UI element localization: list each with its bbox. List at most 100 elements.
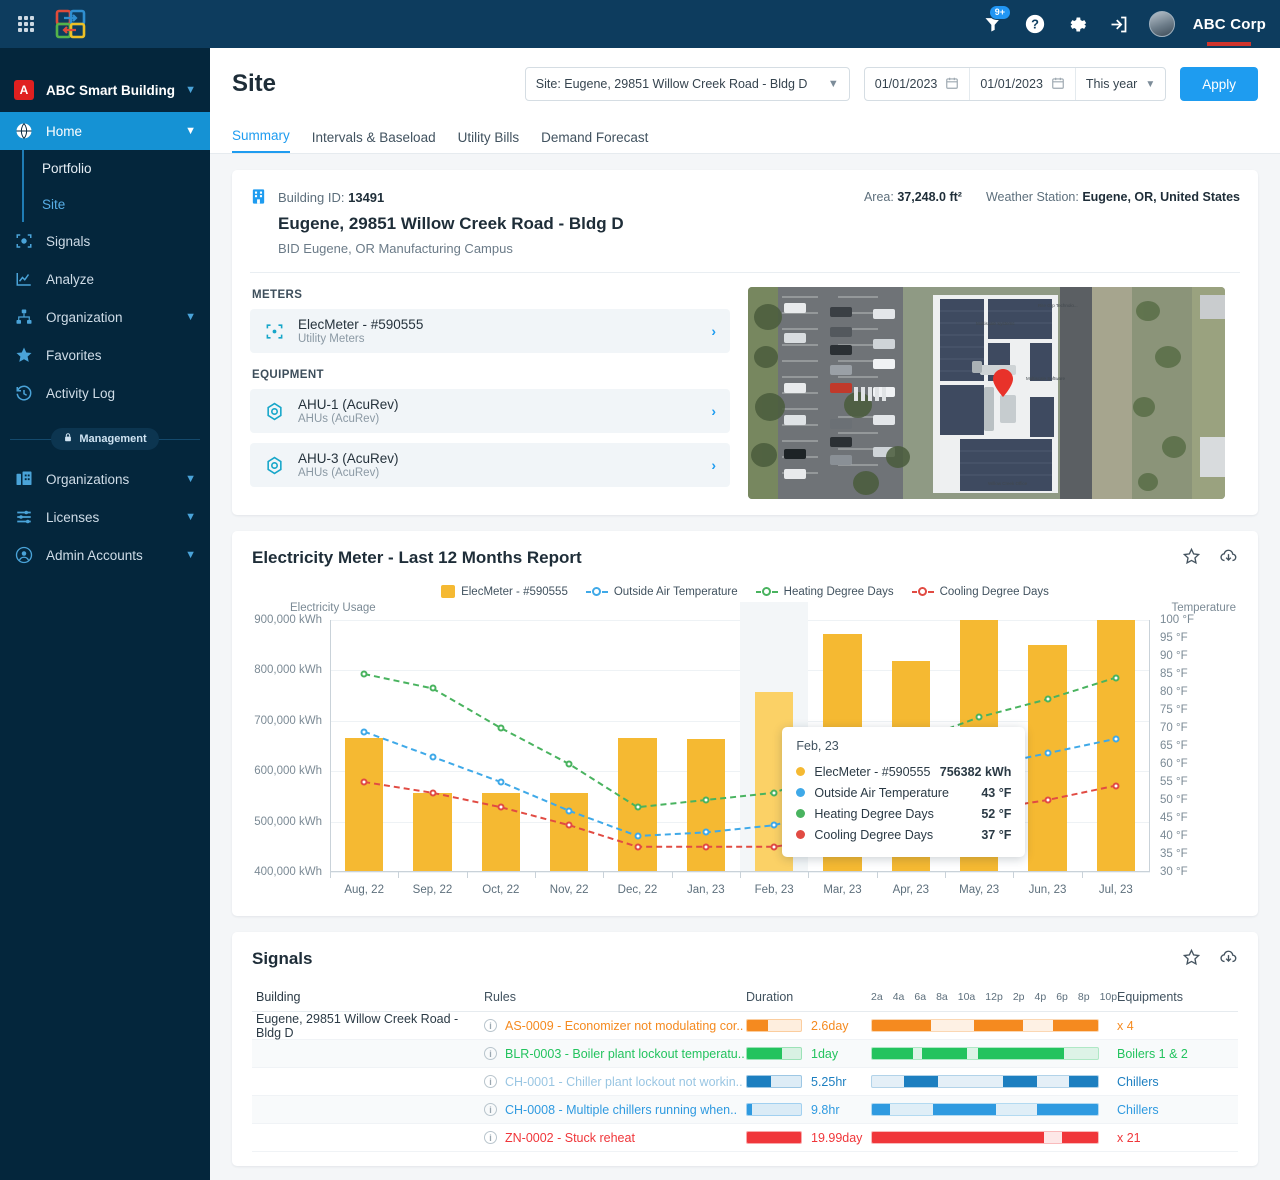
sidebar-item-organizations[interactable]: Organizations ▼ — [0, 460, 210, 498]
sidebar-item-site[interactable]: Site — [22, 186, 210, 222]
chevron-down-icon[interactable]: ▼ — [185, 549, 196, 561]
chevron-down-icon[interactable]: ▼ — [185, 473, 196, 485]
chart-point[interactable] — [702, 796, 710, 804]
table-row[interactable]: i CH-0001 - Chiller plant lockout not wor… — [252, 1068, 1238, 1096]
sidebar-item-signals[interactable]: Signals — [0, 222, 210, 260]
chevron-right-icon[interactable]: › — [711, 323, 716, 339]
site-satellite-map[interactable]: Rite Grp Technolo... Multiscale Systems … — [748, 287, 1225, 499]
tab-intervals-baseload[interactable]: Intervals & Baseload — [312, 130, 436, 153]
chart-point[interactable] — [565, 760, 573, 768]
chart-point[interactable] — [360, 728, 368, 736]
chart-point[interactable] — [770, 821, 778, 829]
equipment-list-item[interactable]: AHU-3 (AcuRev) AHUs (AcuRev) › — [250, 443, 730, 487]
chevron-right-icon[interactable]: › — [711, 457, 716, 473]
cell-equipment[interactable]: x 21 — [1111, 1131, 1238, 1145]
info-icon[interactable]: i — [484, 1103, 497, 1116]
cloud-download-icon[interactable] — [1219, 547, 1238, 569]
sidebar-item-favorites[interactable]: Favorites — [0, 336, 210, 374]
chart-point[interactable] — [634, 803, 641, 811]
rule-link[interactable]: AS-0009 - Economizer not modulating cor.… — [505, 1019, 743, 1033]
legend-item-heating-degree-days[interactable]: Heating Degree Days — [755, 586, 894, 598]
rule-link[interactable]: BLR-0003 - Boiler plant lockout temperat… — [505, 1047, 745, 1061]
rule-link[interactable]: CH-0001 - Chiller plant lockout not work… — [505, 1075, 743, 1089]
chart-point[interactable] — [429, 789, 436, 797]
info-icon[interactable]: i — [484, 1047, 497, 1060]
sidebar-item-activity-log[interactable]: Activity Log — [0, 374, 210, 412]
legend-item-elecmeter[interactable]: ElecMeter - #590555 — [441, 585, 568, 598]
sidebar-item-licenses[interactable]: Licenses ▼ — [0, 498, 210, 536]
chevron-right-icon[interactable]: › — [711, 403, 716, 419]
chart-point[interactable] — [360, 670, 368, 678]
rule-link[interactable]: ZN-0002 - Stuck reheat — [505, 1131, 635, 1145]
meter-list-item[interactable]: ElecMeter - #590555 Utility Meters › — [250, 309, 730, 353]
sidebar-item-home[interactable]: Home ▼ — [0, 112, 210, 150]
chart-point[interactable] — [1112, 735, 1120, 743]
chart-point[interactable] — [634, 843, 641, 851]
cell-equipment[interactable]: x 4 — [1111, 1019, 1238, 1033]
chart-point[interactable] — [1112, 674, 1120, 682]
chart-point[interactable] — [770, 843, 778, 851]
sidebar-item-admin-accounts[interactable]: Admin Accounts ▼ — [0, 536, 210, 574]
chevron-down-icon[interactable]: ▼ — [185, 125, 196, 137]
chart-point[interactable] — [497, 803, 505, 811]
table-row[interactable]: i CH-0008 - Multiple chillers running whe… — [252, 1096, 1238, 1124]
tab-summary[interactable]: Summary — [232, 128, 290, 153]
calendar-icon[interactable] — [1051, 76, 1065, 93]
legend-item-outside-air-temperature[interactable]: Outside Air Temperature — [585, 586, 738, 598]
chevron-down-icon[interactable]: ▼ — [185, 511, 196, 523]
chevron-down-icon[interactable]: ▼ — [185, 311, 196, 323]
cell-equipment[interactable]: Boilers 1 & 2 — [1111, 1047, 1238, 1061]
gear-icon[interactable] — [1065, 12, 1089, 36]
equipment-list-item[interactable]: AHU-1 (AcuRev) AHUs (AcuRev) › — [250, 389, 730, 433]
chart-point[interactable] — [429, 684, 436, 692]
apply-button[interactable]: Apply — [1180, 67, 1258, 101]
legend-item-cooling-degree-days[interactable]: Cooling Degree Days — [911, 586, 1049, 598]
sidebar-item-analyze[interactable]: Analyze — [0, 260, 210, 298]
calendar-icon[interactable] — [945, 76, 959, 93]
info-icon[interactable]: i — [484, 1131, 497, 1144]
chart-point[interactable] — [634, 832, 641, 840]
table-row[interactable]: Eugene, 29851 Willow Creek Road - Bldg D… — [252, 1012, 1238, 1040]
range-preset-select[interactable]: This year ▼ — [1076, 68, 1165, 100]
table-row[interactable]: i ZN-0002 - Stuck reheat 19.99day x 21 — [252, 1124, 1238, 1152]
rule-link[interactable]: CH-0008 - Multiple chillers running when… — [505, 1103, 737, 1117]
cloud-download-icon[interactable] — [1219, 948, 1238, 970]
chevron-down-icon[interactable]: ▼ — [1145, 79, 1155, 90]
chart-point[interactable] — [975, 713, 983, 721]
chart-point[interactable] — [1044, 749, 1051, 757]
chart-point[interactable] — [702, 843, 710, 851]
chart-point[interactable] — [565, 807, 573, 815]
star-outline-icon[interactable] — [1182, 948, 1201, 970]
date-to-field[interactable]: 01/01/2023 — [970, 68, 1076, 100]
chart-point[interactable] — [1112, 782, 1120, 790]
chart-point[interactable] — [497, 778, 505, 786]
tab-demand-forecast[interactable]: Demand Forecast — [541, 130, 648, 153]
sidebar-item-portfolio[interactable]: Portfolio — [22, 150, 210, 186]
chevron-down-icon[interactable]: ▼ — [185, 84, 196, 96]
tab-utility-bills[interactable]: Utility Bills — [458, 130, 520, 153]
info-icon[interactable]: i — [484, 1075, 497, 1088]
date-from-field[interactable]: 01/01/2023 — [865, 68, 971, 100]
star-outline-icon[interactable] — [1182, 547, 1201, 569]
logout-icon[interactable] — [1107, 12, 1131, 36]
chevron-down-icon[interactable]: ▼ — [828, 78, 839, 90]
notification-icon[interactable]: 9+ — [981, 5, 1011, 36]
grid-apps-icon[interactable] — [12, 10, 40, 38]
info-icon[interactable]: i — [484, 1019, 497, 1032]
help-icon[interactable]: ? — [1023, 12, 1047, 36]
org-switcher[interactable]: A ABC Smart Building ▼ — [0, 68, 210, 112]
chart-point[interactable] — [497, 724, 505, 732]
chart-point[interactable] — [429, 753, 436, 761]
chart-point[interactable] — [770, 789, 778, 797]
chart-point[interactable] — [702, 828, 710, 836]
brand-logo-icon[interactable] — [54, 9, 88, 39]
chart-point[interactable] — [1044, 695, 1051, 703]
cell-equipment[interactable]: Chillers — [1111, 1075, 1238, 1089]
chart-point[interactable] — [1044, 796, 1051, 804]
site-selector[interactable]: Site: Eugene, 29851 Willow Creek Road - … — [524, 67, 850, 101]
chart-point[interactable] — [565, 821, 573, 829]
user-avatar[interactable] — [1148, 11, 1175, 37]
sidebar-item-organization[interactable]: Organization ▼ — [0, 298, 210, 336]
cell-equipment[interactable]: Chillers — [1111, 1103, 1238, 1117]
chart-point[interactable] — [360, 778, 368, 786]
